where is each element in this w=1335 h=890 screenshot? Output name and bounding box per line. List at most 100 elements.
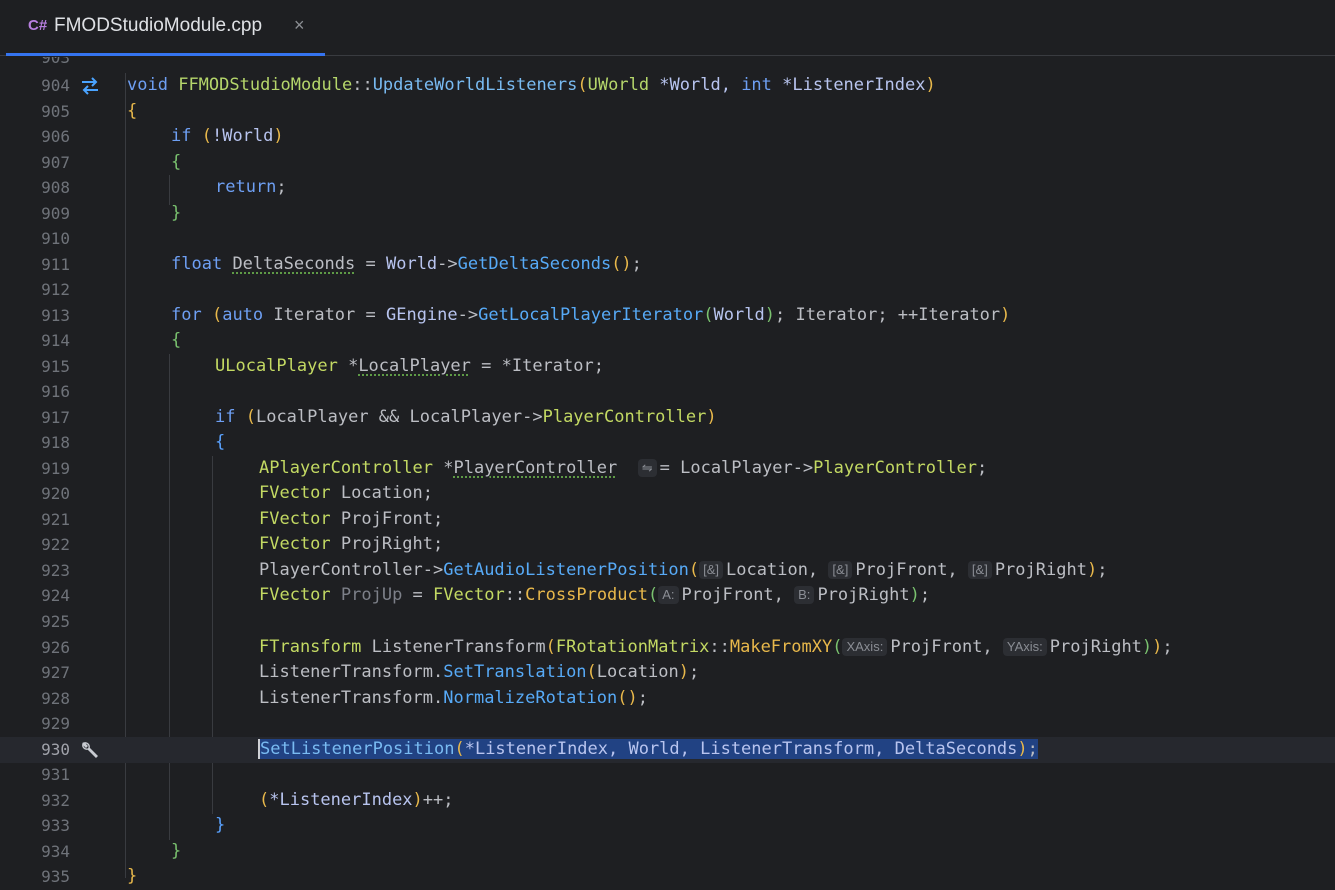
tab-fmodstudiomodule-cpp[interactable]: C# FMODStudioModule.cpp × — [6, 0, 325, 56]
code-text: ULocalPlayer *LocalPlayer = *Iterator; — [215, 356, 604, 376]
code-text: ListenerTransform.NormalizeRotation(); — [259, 688, 648, 708]
code-line: 933 } — [0, 813, 1335, 839]
code-line: 919 APlayerController *PlayerController … — [0, 456, 1335, 482]
line-number: 907 — [41, 153, 70, 172]
line-number: 911 — [41, 255, 70, 274]
tab-title: FMODStudioModule.cpp — [54, 15, 263, 36]
code-editor[interactable]: 903 904 void FFMODStudioModule::UpdateWo… — [0, 57, 1335, 890]
code-line: 935 } — [0, 864, 1335, 890]
inlay-hint: YAxis: — [1002, 638, 1047, 656]
inlay-hint: A: — [658, 586, 679, 604]
code-text: SetListenerPosition(*ListenerIndex, Worl… — [258, 739, 1038, 759]
code-line: 917 if (LocalPlayer && LocalPlayer->Play… — [0, 405, 1335, 431]
line-number: 926 — [41, 638, 70, 657]
code-line: 932 (*ListenerIndex)++; — [0, 788, 1335, 814]
code-line: 906 if (!World) — [0, 124, 1335, 150]
inlay-hint: [&] — [828, 561, 853, 579]
line-number: 933 — [41, 816, 70, 835]
code-line: 911 float DeltaSeconds = World->GetDelta… — [0, 252, 1335, 278]
close-icon[interactable]: × — [294, 15, 305, 36]
code-line: 924 FVector ProjUp = FVector::CrossProdu… — [0, 583, 1335, 609]
line-number: 915 — [41, 357, 70, 376]
code-text: (*ListenerIndex)++; — [259, 790, 454, 810]
inlay-hint: XAxis: — [842, 638, 888, 656]
code-line: 908 return; — [0, 175, 1335, 201]
line-number: 912 — [41, 280, 70, 299]
code-line: 916 — [0, 379, 1335, 405]
line-number: 928 — [41, 689, 70, 708]
swap-arrows-icon[interactable] — [80, 76, 100, 96]
line-number: 921 — [41, 510, 70, 529]
line-number: 922 — [41, 535, 70, 554]
code-text: FTransform ListenerTransform(FRotationMa… — [259, 637, 1173, 657]
code-text: { — [171, 330, 182, 350]
code-line: 923 PlayerController->GetAudioListenerPo… — [0, 558, 1335, 584]
line-number: 914 — [41, 331, 70, 350]
code-line: 920 FVector Location; — [0, 481, 1335, 507]
code-line: 915 ULocalPlayer *LocalPlayer = *Iterato… — [0, 354, 1335, 380]
code-text: { — [171, 152, 182, 172]
code-line: 926 FTransform ListenerTransform(FRotati… — [0, 635, 1335, 661]
line-number: 934 — [41, 842, 70, 861]
line-number: 905 — [41, 102, 70, 121]
code-line: 912 — [0, 277, 1335, 303]
code-line: 927 ListenerTransform.SetTranslation(Loc… — [0, 660, 1335, 686]
code-line: 931 — [0, 762, 1335, 788]
code-text: FVector ProjFront; — [259, 509, 444, 529]
code-text: } — [215, 815, 226, 835]
line-number: 910 — [41, 229, 70, 248]
inlay-hint: [&] — [699, 561, 724, 579]
code-line: 904 void FFMODStudioModule::UpdateWorldL… — [0, 73, 1335, 99]
line-number: 925 — [41, 612, 70, 631]
code-text: void FFMODStudioModule::UpdateWorldListe… — [127, 75, 936, 95]
line-number: 932 — [41, 791, 70, 810]
code-line: 925 — [0, 609, 1335, 635]
code-text: } — [171, 203, 182, 223]
code-text: APlayerController *PlayerController ⇋ = L… — [259, 458, 988, 478]
code-line: 918 { — [0, 430, 1335, 456]
line-number: 917 — [41, 408, 70, 427]
line-number: 918 — [41, 433, 70, 452]
code-line: 910 — [0, 226, 1335, 252]
code-text: for (auto Iterator = GEngine->GetLocalPl… — [171, 305, 1011, 325]
code-text: FVector ProjRight; — [259, 534, 444, 554]
code-line: 929 — [0, 711, 1335, 737]
editor-tab-bar: C# FMODStudioModule.cpp × — [0, 0, 1335, 56]
inlay-hint: [&] — [967, 561, 992, 579]
code-text: FVector ProjUp = FVector::CrossProduct(A… — [259, 585, 931, 605]
code-line: 913 for (auto Iterator = GEngine->GetLoc… — [0, 303, 1335, 329]
csharp-file-icon: C# — [28, 17, 48, 34]
code-text: FVector Location; — [259, 483, 434, 503]
line-number: 927 — [41, 663, 70, 682]
line-number: 908 — [41, 178, 70, 197]
line-number: 909 — [41, 204, 70, 223]
code-line: 905 { — [0, 99, 1335, 125]
line-number: 904 — [41, 76, 70, 95]
code-text: { — [215, 432, 226, 452]
code-line: 921 FVector ProjFront; — [0, 507, 1335, 533]
line-number: 913 — [41, 306, 70, 325]
line-number: 931 — [41, 765, 70, 784]
line-number: 903 — [41, 57, 70, 67]
code-text: } — [171, 841, 182, 861]
code-line: 907 { — [0, 150, 1335, 176]
line-number: 906 — [41, 127, 70, 146]
line-number: 935 — [41, 867, 70, 886]
code-text: if (LocalPlayer && LocalPlayer->PlayerCo… — [215, 407, 717, 427]
line-number: 920 — [41, 484, 70, 503]
code-text: return; — [215, 177, 287, 197]
line-number: 930 — [41, 740, 70, 759]
code-text: float DeltaSeconds = World->GetDeltaSeco… — [171, 254, 642, 274]
inlay-hint: B: — [794, 586, 815, 604]
code-text: } — [127, 866, 138, 886]
line-number: 919 — [41, 459, 70, 478]
code-line-current: 930 SetListenerPosition(*ListenerIndex, … — [0, 737, 1335, 763]
code-line: 928 ListenerTransform.NormalizeRotation(… — [0, 686, 1335, 712]
line-number: 916 — [41, 382, 70, 401]
code-text: ListenerTransform.SetTranslation(Locatio… — [259, 662, 700, 682]
code-line: 903 — [0, 57, 1335, 71]
code-text: PlayerController->GetAudioListenerPositi… — [259, 560, 1108, 580]
code-line: 914 { — [0, 328, 1335, 354]
wrench-icon[interactable] — [80, 740, 100, 760]
inlay-hint: ⇋ — [637, 459, 657, 477]
